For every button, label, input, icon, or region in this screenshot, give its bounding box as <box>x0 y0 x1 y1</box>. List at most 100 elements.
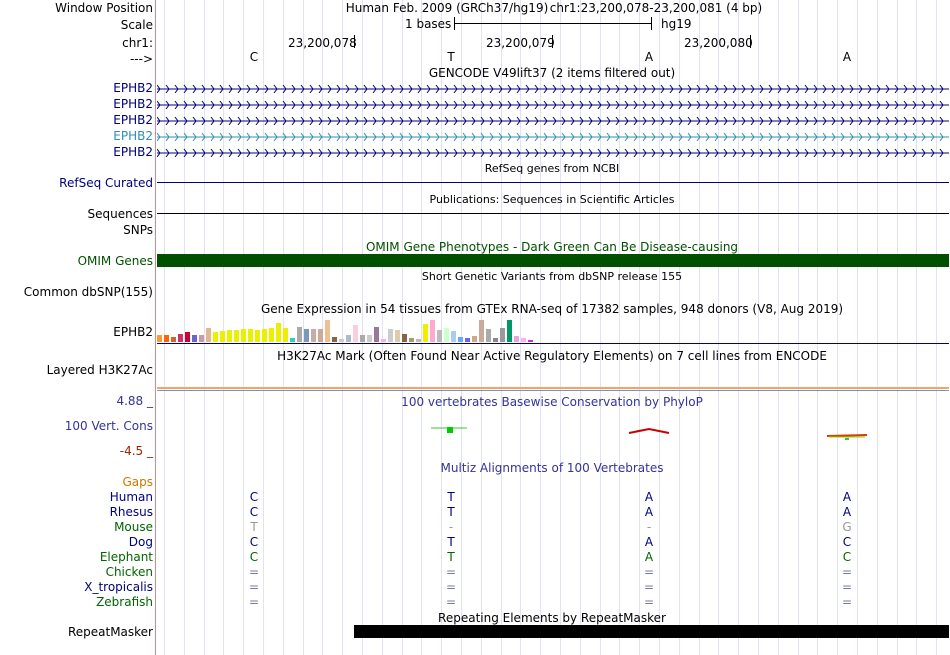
gtex-tissue-bar[interactable] <box>346 335 351 342</box>
gtex-tissue-bar[interactable] <box>290 338 295 342</box>
gtex-tissue-bar[interactable] <box>178 334 183 342</box>
cons-track-title: 100 vertebrates Basewise Conservation by… <box>401 395 703 409</box>
gencode-item-label[interactable]: EPHB2 <box>113 145 153 159</box>
alignment-base: T <box>447 550 455 564</box>
gtex-tissue-bar[interactable] <box>486 329 491 342</box>
gtex-tissue-bar[interactable] <box>227 330 232 342</box>
gtex-tissue-bar[interactable] <box>493 338 498 342</box>
gtex-tissue-bar[interactable] <box>220 331 225 342</box>
refseq-track-label[interactable]: RefSeq Curated <box>59 176 153 190</box>
gtex-tissue-bar[interactable] <box>409 338 414 342</box>
species-label[interactable]: Chicken <box>106 565 153 579</box>
dbsnp-track-label[interactable]: Common dbSNP(155) <box>24 285 153 299</box>
gtex-tissue-bar[interactable] <box>472 336 477 342</box>
gtex-tissue-bar[interactable] <box>276 323 281 342</box>
species-label[interactable]: Mouse <box>114 520 153 534</box>
gtex-tissue-bar[interactable] <box>507 320 512 342</box>
species-label[interactable]: X_tropicalis <box>84 580 153 594</box>
species-label[interactable]: Elephant <box>100 550 153 564</box>
gtex-tissue-bar[interactable] <box>423 324 428 342</box>
position-text: chr1:23,200,078-23,200,081 (4 bp) <box>549 1 763 15</box>
gtex-tissue-bar[interactable] <box>388 329 393 342</box>
gtex-tissue-bar[interactable] <box>514 336 519 342</box>
h3k27ac-track-label[interactable]: Layered H3K27Ac <box>47 363 153 377</box>
gtex-tissue-bar[interactable] <box>339 339 344 342</box>
gtex-tissue-bar[interactable] <box>500 328 505 342</box>
gtex-tissue-bar[interactable] <box>325 320 330 342</box>
gene-arrows[interactable] <box>157 147 949 157</box>
gaps-label[interactable]: Gaps <box>122 475 153 489</box>
alignment-base: - <box>448 520 454 534</box>
snps-label[interactable]: SNPs <box>123 223 153 237</box>
gtex-tissue-bar[interactable] <box>451 331 456 342</box>
coord-tick-label: 23,200,078 <box>288 36 357 50</box>
gtex-tissue-bar[interactable] <box>465 338 470 342</box>
gtex-tissue-bar[interactable] <box>262 329 267 342</box>
gtex-tissue-bar[interactable] <box>234 330 239 342</box>
gtex-tissue-bar[interactable] <box>381 339 386 342</box>
repeat-element-bar[interactable] <box>354 625 949 638</box>
gtex-tissue-bar[interactable] <box>360 335 365 342</box>
window-position-label: Window Position <box>55 1 153 15</box>
omim-feature-bar[interactable] <box>157 254 949 267</box>
species-label[interactable]: Rhesus <box>110 505 153 519</box>
gtex-tissue-bar[interactable] <box>157 335 162 342</box>
gencode-item-label[interactable]: EPHB2 <box>113 81 153 95</box>
gtex-tissue-bar[interactable] <box>297 327 302 342</box>
gtex-tissue-bar[interactable] <box>213 332 218 342</box>
alignment-base: = <box>841 565 853 579</box>
species-label[interactable]: Human <box>110 490 153 504</box>
gtex-tissue-bar[interactable] <box>304 329 309 342</box>
alignment-base: C <box>249 490 259 504</box>
gtex-tissue-bar[interactable] <box>374 327 379 342</box>
species-label[interactable]: Dog <box>129 535 153 549</box>
gencode-item-label[interactable]: EPHB2 <box>113 129 153 143</box>
refseq-gene-line[interactable] <box>157 182 949 183</box>
gtex-bar-chart[interactable] <box>157 318 557 342</box>
gtex-tissue-bar[interactable] <box>255 330 260 342</box>
gtex-track-label[interactable]: EPHB2 <box>113 325 153 339</box>
gtex-tissue-bar[interactable] <box>269 328 274 342</box>
repeatmasker-track-label[interactable]: RepeatMasker <box>68 625 153 639</box>
gtex-tissue-bar[interactable] <box>458 337 463 342</box>
gene-arrows[interactable] <box>157 131 949 141</box>
gtex-tissue-bar[interactable] <box>248 329 253 342</box>
gtex-tissue-bar[interactable] <box>395 330 400 342</box>
scale-bar-right-tick <box>651 17 652 30</box>
species-label[interactable]: Zebrafish <box>96 595 153 609</box>
gtex-tissue-bar[interactable] <box>528 340 533 342</box>
omim-track-label[interactable]: OMIM Genes <box>78 254 153 268</box>
gtex-tissue-bar[interactable] <box>206 328 211 342</box>
gene-arrows[interactable] <box>157 99 949 109</box>
gtex-tissue-bar[interactable] <box>283 328 288 342</box>
alignment-base: C <box>842 550 852 564</box>
gtex-tissue-bar[interactable] <box>430 320 435 342</box>
gencode-item-label[interactable]: EPHB2 <box>113 113 153 127</box>
gtex-tissue-bar[interactable] <box>353 325 358 342</box>
gtex-tissue-bar[interactable] <box>367 335 372 342</box>
gtex-tissue-bar[interactable] <box>318 329 323 342</box>
gtex-tissue-bar[interactable] <box>332 337 337 342</box>
gtex-tissue-bar[interactable] <box>311 329 316 342</box>
coord-tick <box>750 35 751 48</box>
gtex-tissue-bar[interactable] <box>241 329 246 342</box>
gtex-tissue-bar[interactable] <box>416 339 421 342</box>
gtex-tissue-bar[interactable] <box>444 328 449 342</box>
gtex-tissue-bar[interactable] <box>402 334 407 342</box>
gene-arrows[interactable] <box>157 83 949 93</box>
gtex-tissue-bar[interactable] <box>164 335 169 342</box>
refseq-track-title: RefSeq genes from NCBI <box>484 162 620 175</box>
gencode-item-label[interactable]: EPHB2 <box>113 97 153 111</box>
gtex-tissue-bar[interactable] <box>171 337 176 342</box>
gtex-tissue-bar[interactable] <box>479 320 484 342</box>
cons-track-label[interactable]: 100 Vert. Cons <box>65 419 153 433</box>
publications-track-label[interactable]: Sequences <box>88 207 153 221</box>
publications-line[interactable] <box>157 213 949 214</box>
gene-arrows[interactable] <box>157 115 949 125</box>
gtex-tissue-bar[interactable] <box>185 332 190 342</box>
gtex-tissue-bar[interactable] <box>192 335 197 342</box>
gtex-tissue-bar[interactable] <box>199 335 204 342</box>
alignment-base: = <box>445 580 457 594</box>
gtex-tissue-bar[interactable] <box>521 338 526 342</box>
gtex-tissue-bar[interactable] <box>437 330 442 342</box>
